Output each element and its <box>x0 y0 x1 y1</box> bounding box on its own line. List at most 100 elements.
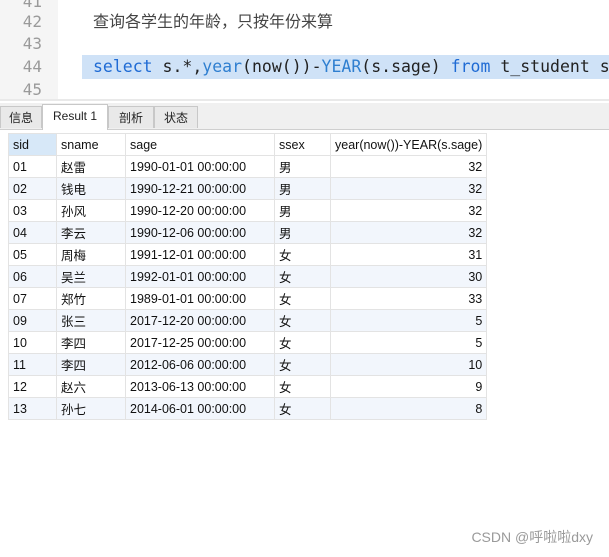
table-cell[interactable]: 2017-12-20 00:00:00 <box>125 309 275 332</box>
line-number: 44 <box>22 57 42 76</box>
table-cell[interactable]: 5 <box>329 331 488 354</box>
result-tab-bar: 信息 Result 1 剖析 状态 <box>0 103 609 130</box>
editor-divider <box>0 99 609 101</box>
grid-body: 01 赵雷 1990-01-01 00:00:00 男 32 02 钱电 1990-12-21… <box>8 155 488 420</box>
table-row[interactable]: 01 赵雷 1990-01-01 00:00:00 男 32 <box>8 155 488 178</box>
line-number: 45 <box>22 80 42 99</box>
table-cell[interactable]: 李云 <box>56 221 126 244</box>
table-cell[interactable]: 1992-01-01 00:00:00 <box>125 265 275 288</box>
table-cell[interactable]: 钱电 <box>56 177 126 200</box>
table-cell[interactable]: 1990-12-21 00:00:00 <box>125 177 275 200</box>
table-cell[interactable]: 李四 <box>56 331 126 354</box>
tab-status[interactable]: 状态 <box>154 106 198 128</box>
table-cell[interactable]: 女 <box>274 265 331 288</box>
column-header-ssex[interactable]: ssex <box>274 133 331 156</box>
table-cell[interactable]: 女 <box>274 309 331 332</box>
tab-profile[interactable]: 剖析 <box>108 106 154 128</box>
table-cell[interactable]: 李四 <box>56 353 126 376</box>
table-row[interactable]: 07 郑竹 1989-01-01 00:00:00 女 33 <box>8 287 488 310</box>
table-cell[interactable]: 赵六 <box>56 375 126 398</box>
table-cell[interactable]: 女 <box>274 243 331 266</box>
sql-token: from <box>450 57 491 76</box>
table-cell[interactable]: 5 <box>329 309 488 332</box>
table-cell[interactable]: 张三 <box>56 309 126 332</box>
sql-statement[interactable]: select s.*,year(now())-YEAR(s.sage) from… <box>93 56 609 78</box>
result-grid: sid sname sage ssex year(now())-YEAR(s.s… <box>8 133 488 420</box>
table-cell[interactable]: 07 <box>8 287 57 310</box>
table-cell[interactable]: 11 <box>8 353 57 376</box>
table-row[interactable]: 11 李四 2012-06-06 00:00:00 女 10 <box>8 353 488 376</box>
tab-info[interactable]: 信息 <box>0 106 42 128</box>
table-cell[interactable]: 1989-01-01 00:00:00 <box>125 287 275 310</box>
tab-result-1[interactable]: Result 1 <box>42 104 108 130</box>
table-cell[interactable]: 1990-12-20 00:00:00 <box>125 199 275 222</box>
sql-token: select <box>93 57 153 76</box>
sql-token: year <box>202 57 243 76</box>
table-cell[interactable]: 30 <box>329 265 488 288</box>
table-cell[interactable]: 33 <box>329 287 488 310</box>
table-cell[interactable]: 9 <box>329 375 488 398</box>
table-row[interactable]: 05 周梅 1991-12-01 00:00:00 女 31 <box>8 243 488 266</box>
sql-token: s.*, <box>152 57 203 76</box>
table-cell[interactable]: 04 <box>8 221 57 244</box>
sql-token: YEAR <box>321 57 362 76</box>
sql-editor[interactable]: 41 42 43 44 45 查询各学生的年龄，只按年份来算 select s.… <box>0 0 609 101</box>
table-row[interactable]: 02 钱电 1990-12-21 00:00:00 男 32 <box>8 177 488 200</box>
table-row[interactable]: 12 赵六 2013-06-13 00:00:00 女 9 <box>8 375 488 398</box>
table-row[interactable]: 10 李四 2017-12-25 00:00:00 女 5 <box>8 331 488 354</box>
table-cell[interactable]: 13 <box>8 397 57 420</box>
table-row[interactable]: 13 孙七 2014-06-01 00:00:00 女 8 <box>8 397 488 420</box>
table-cell[interactable]: 1990-12-06 00:00:00 <box>125 221 275 244</box>
table-cell[interactable]: 女 <box>274 353 331 376</box>
table-cell[interactable]: 02 <box>8 177 57 200</box>
table-cell[interactable]: 孙七 <box>56 397 126 420</box>
table-cell[interactable]: 郑竹 <box>56 287 126 310</box>
table-row[interactable]: 03 孙风 1990-12-20 00:00:00 男 32 <box>8 199 488 222</box>
column-header-sid[interactable]: sid <box>8 133 57 156</box>
table-row[interactable]: 04 李云 1990-12-06 00:00:00 男 32 <box>8 221 488 244</box>
table-cell[interactable]: 03 <box>8 199 57 222</box>
sql-comment: 查询各学生的年龄，只按年份来算 <box>93 12 334 31</box>
table-cell[interactable]: 2012-06-06 00:00:00 <box>125 353 275 376</box>
table-cell[interactable]: 32 <box>329 177 488 200</box>
table-cell[interactable]: 09 <box>8 309 57 332</box>
table-row[interactable]: 06 吴兰 1992-01-01 00:00:00 女 30 <box>8 265 488 288</box>
table-cell[interactable]: 女 <box>274 397 331 420</box>
sql-token: (now())- <box>242 57 322 76</box>
table-cell[interactable]: 01 <box>8 155 57 178</box>
table-cell[interactable]: 吴兰 <box>56 265 126 288</box>
table-cell[interactable]: 2013-06-13 00:00:00 <box>125 375 275 398</box>
table-cell[interactable]: 12 <box>8 375 57 398</box>
table-cell[interactable]: 1991-12-01 00:00:00 <box>125 243 275 266</box>
table-cell[interactable]: 06 <box>8 265 57 288</box>
table-cell[interactable]: 1990-01-01 00:00:00 <box>125 155 275 178</box>
table-cell[interactable]: 周梅 <box>56 243 126 266</box>
table-cell[interactable]: 05 <box>8 243 57 266</box>
table-cell[interactable]: 8 <box>329 397 488 420</box>
table-cell[interactable]: 32 <box>329 155 488 178</box>
column-header-sage[interactable]: sage <box>125 133 275 156</box>
sql-token: t_student s <box>490 57 609 76</box>
line-number-gutter: 41 42 43 44 45 <box>0 0 58 101</box>
table-cell[interactable]: 32 <box>329 221 488 244</box>
grid-header-row: sid sname sage ssex year(now())-YEAR(s.s… <box>8 133 488 156</box>
table-cell[interactable]: 男 <box>274 221 331 244</box>
table-cell[interactable]: 赵雷 <box>56 155 126 178</box>
table-cell[interactable]: 男 <box>274 155 331 178</box>
table-cell[interactable]: 女 <box>274 375 331 398</box>
table-cell[interactable]: 10 <box>8 331 57 354</box>
table-row[interactable]: 09 张三 2017-12-20 00:00:00 女 5 <box>8 309 488 332</box>
table-cell[interactable]: 女 <box>274 287 331 310</box>
line-number: 43 <box>22 34 42 53</box>
table-cell[interactable]: 孙风 <box>56 199 126 222</box>
column-header-age-expr[interactable]: year(now())-YEAR(s.sage) <box>329 133 488 156</box>
column-header-sname[interactable]: sname <box>56 133 126 156</box>
table-cell[interactable]: 女 <box>274 331 331 354</box>
table-cell[interactable]: 32 <box>329 199 488 222</box>
table-cell[interactable]: 男 <box>274 199 331 222</box>
table-cell[interactable]: 男 <box>274 177 331 200</box>
table-cell[interactable]: 31 <box>329 243 488 266</box>
table-cell[interactable]: 2014-06-01 00:00:00 <box>125 397 275 420</box>
table-cell[interactable]: 2017-12-25 00:00:00 <box>125 331 275 354</box>
table-cell[interactable]: 10 <box>329 353 488 376</box>
